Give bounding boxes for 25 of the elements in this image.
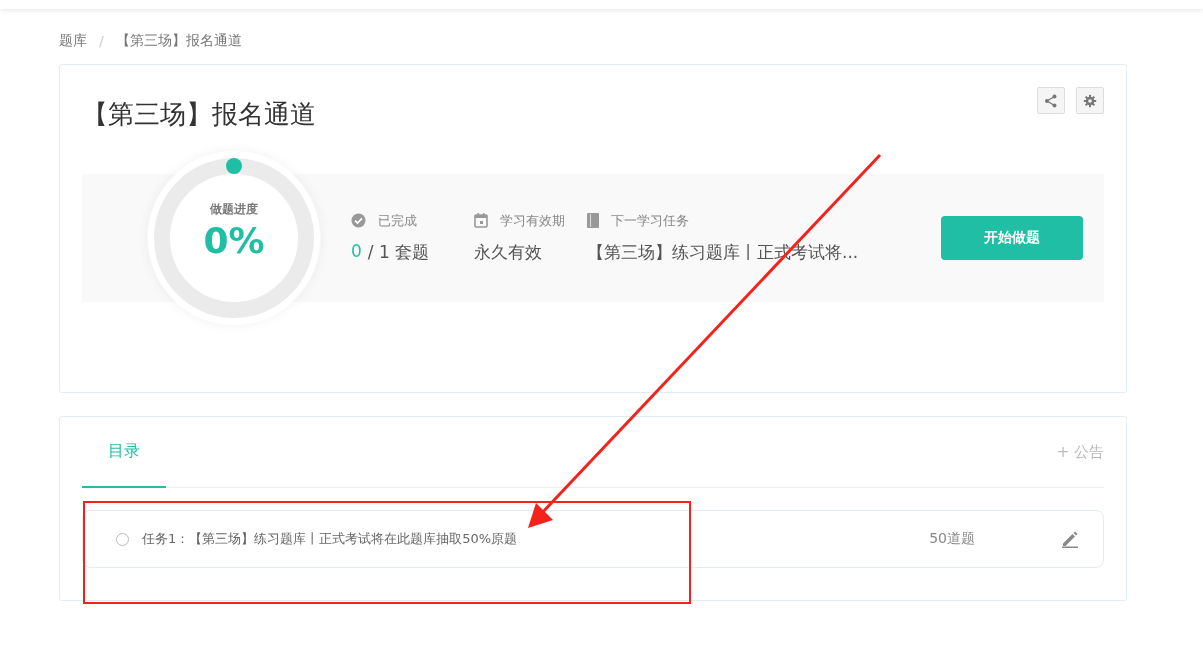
question-count: 50道题 <box>929 530 975 548</box>
progress-percent: 0% <box>203 220 265 261</box>
settings-button[interactable] <box>1076 87 1104 114</box>
share-icon <box>1044 93 1058 108</box>
breadcrumb-separator: / <box>99 33 104 49</box>
course-title: 【第三场】报名通道 <box>82 98 316 131</box>
settings-icon <box>1083 93 1097 108</box>
stat-label: 学习有效期 <box>500 211 565 230</box>
completed-count: 0 <box>351 240 362 263</box>
stat-value: / 1 套题 <box>367 240 430 264</box>
task-title: 任务1：【第三场】练习题库丨正式考试将在此题库抽取50%原题 <box>142 530 519 548</box>
breadcrumb-link[interactable]: 【第三场】报名通道 <box>115 32 242 50</box>
progress-label: 做题进度 <box>210 201 258 218</box>
task-row[interactable]: 任务1：【第三场】练习题库丨正式考试将在此题库抽取50%原题 50道题 <box>82 510 1104 568</box>
share-button[interactable] <box>1037 87 1065 114</box>
breadcrumb-link[interactable]: 题库 <box>59 32 87 50</box>
stat-value: 永久有效 <box>474 240 542 264</box>
pencil-icon <box>1061 530 1079 548</box>
book-icon <box>587 213 599 228</box>
edit-button[interactable] <box>1061 530 1079 548</box>
calendar-icon <box>474 213 488 228</box>
check-circle-icon <box>351 213 366 228</box>
stat-label: 已完成 <box>378 211 417 230</box>
catalog-tab[interactable]: 目录 <box>82 417 166 488</box>
stat-label: 下一学习任务 <box>611 211 689 230</box>
